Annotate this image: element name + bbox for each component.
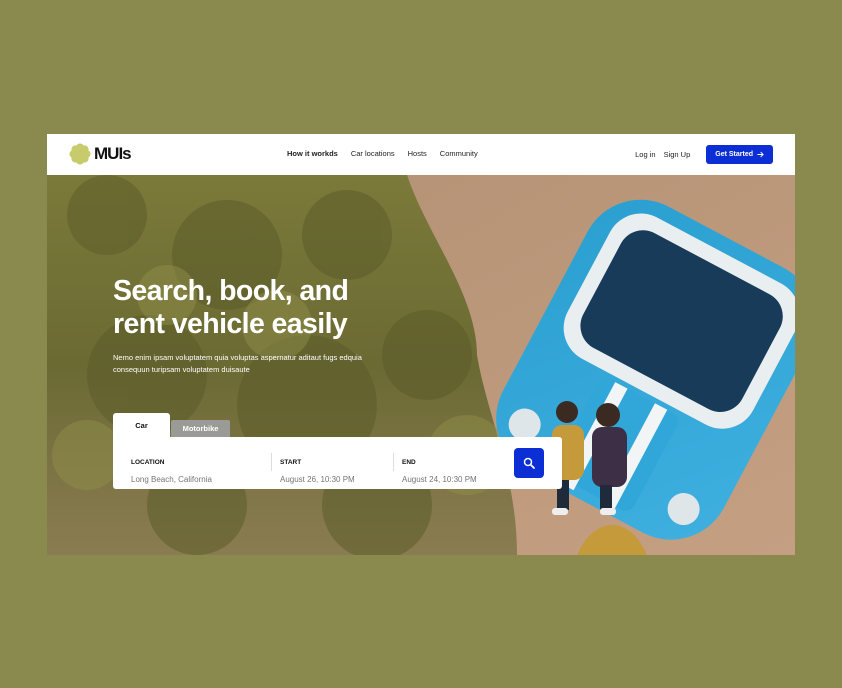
landing-page-frame: MUIs How it workds Car locations Hosts C… [47,134,795,555]
end-label: END [402,459,416,466]
location-label: LOCATION [131,459,165,466]
nav-links: How it workds Car locations Hosts Commun… [287,149,478,158]
field-divider [271,453,272,471]
hero-subtitle: Nemo enim ipsam voluptatem quia voluptas… [113,353,362,374]
hero-title: Search, book, and rent vehicle easily [113,275,349,340]
get-started-label: Get Started [715,151,753,158]
nav-link-how-it-works[interactable]: How it workds [287,149,338,158]
search-button[interactable] [514,448,544,478]
nav-link-community[interactable]: Community [440,149,478,158]
nav-auth: Log in Sign Up Get Started [635,145,773,164]
field-divider [393,453,394,471]
end-date-input[interactable] [402,475,512,484]
brand-logo[interactable]: MUIs [69,143,132,165]
tab-motorbike[interactable]: Motorbike [171,420,230,437]
login-link[interactable]: Log in [635,150,655,159]
tab-car[interactable]: Car [113,413,170,437]
end-field: END [402,451,512,484]
top-navbar: MUIs How it workds Car locations Hosts C… [47,134,795,175]
start-date-input[interactable] [280,475,390,484]
location-field: LOCATION [131,451,241,484]
search-form: LOCATION START END [113,437,562,489]
flower-logo-icon [69,143,91,165]
get-started-button[interactable]: Get Started [706,145,773,164]
start-field: START [280,451,390,484]
brand-name: MUIs [94,144,132,163]
vehicle-type-tabs: Car Motorbike [113,413,230,437]
hero-section: Search, book, and rent vehicle easily Ne… [47,175,795,555]
arrow-right-icon [757,151,764,158]
location-input[interactable] [131,475,241,484]
signup-link[interactable]: Sign Up [664,150,691,159]
search-icon [523,457,535,469]
nav-link-hosts[interactable]: Hosts [408,149,427,158]
start-label: START [280,459,302,466]
nav-link-car-locations[interactable]: Car locations [351,149,395,158]
